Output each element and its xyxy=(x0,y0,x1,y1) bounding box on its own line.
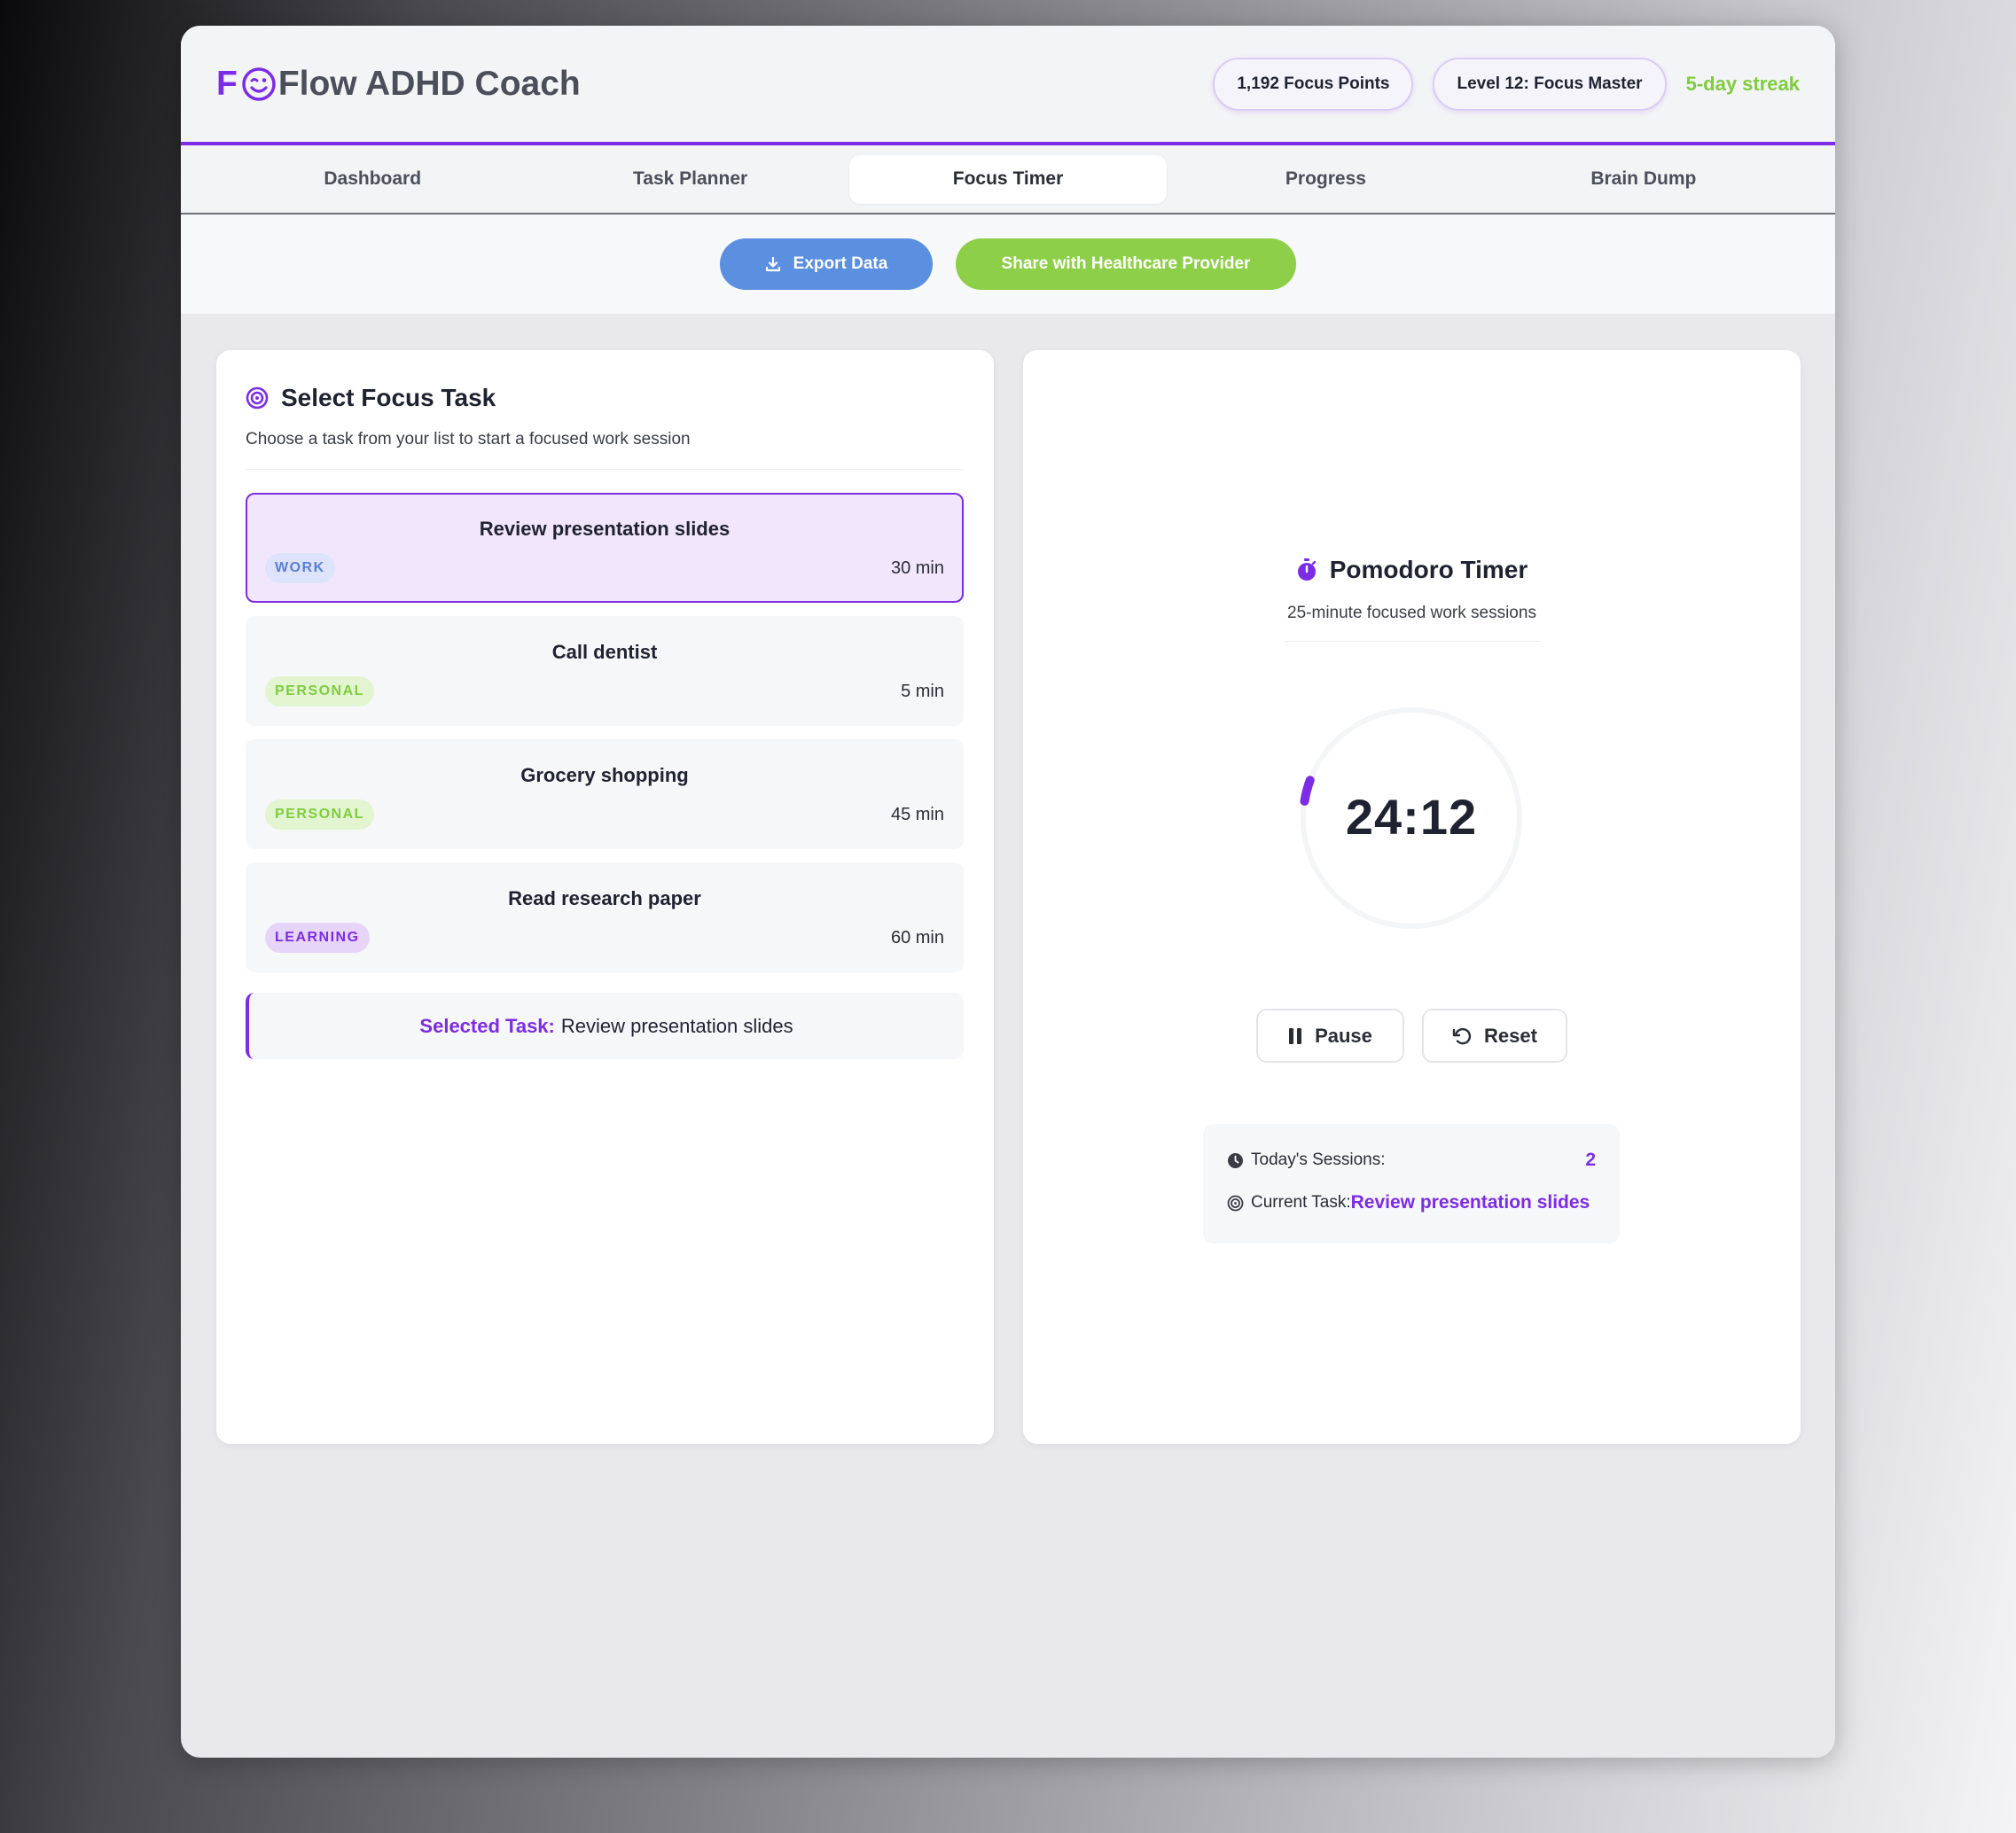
pause-icon xyxy=(1289,1027,1302,1044)
focus-points-badge: 1,192 Focus Points xyxy=(1213,57,1414,111)
focus-task-subtitle: Choose a task from your list to start a … xyxy=(246,430,964,470)
selected-task-value: Review presentation slides xyxy=(560,1014,793,1037)
timer-ring: 24:12 xyxy=(1300,706,1523,930)
selected-task-label: Selected Task: xyxy=(419,1014,555,1037)
task-category-tag: PERSONAL xyxy=(265,800,374,830)
task-name: Call dentist xyxy=(551,641,658,663)
download-icon xyxy=(765,256,780,272)
reset-icon xyxy=(1452,1027,1472,1044)
pomodoro-subtitle: 25-minute focused work sessions xyxy=(1283,604,1541,642)
current-task-label: Current Task: xyxy=(1251,1193,1351,1212)
task-name: Grocery shopping xyxy=(520,764,689,786)
sessions-value: 2 xyxy=(1585,1150,1596,1170)
selected-task-bar: Selected Task: Review presentation slide… xyxy=(246,993,964,1059)
task-name: Review presentation slides xyxy=(479,518,731,540)
task-item[interactable]: Call dentist PERSONAL 5 min xyxy=(246,616,964,726)
app-title: Flow ADHD Coach xyxy=(277,64,581,103)
main-content: Select Focus Task Choose a task from you… xyxy=(181,314,1835,1756)
task-duration: 5 min xyxy=(901,682,944,701)
task-duration: 30 min xyxy=(890,558,944,578)
tab-dashboard[interactable]: Dashboard xyxy=(214,155,531,204)
share-healthcare-label: Share with Healthcare Provider xyxy=(1001,254,1251,273)
export-data-label: Export Data xyxy=(793,254,888,273)
tab-brain-dump[interactable]: Brain Dump xyxy=(1485,155,1802,204)
app-window: F Flow ADHD Coach 1,192 Focus Points Lev… xyxy=(181,26,1835,1758)
reset-button[interactable]: Reset xyxy=(1422,1009,1567,1063)
task-category-tag: PERSONAL xyxy=(265,676,374,706)
pomodoro-title: Pomodoro Timer xyxy=(1329,556,1528,583)
focus-task-panel: Select Focus Task Choose a task from you… xyxy=(216,350,994,1444)
stopwatch-icon xyxy=(1297,558,1316,581)
export-data-button[interactable]: Export Data xyxy=(720,238,933,290)
task-duration: 60 min xyxy=(890,928,944,948)
pomodoro-heading: Pomodoro Timer xyxy=(1296,556,1528,584)
tab-task-planner[interactable]: Task Planner xyxy=(531,155,848,204)
pause-label: Pause xyxy=(1315,1024,1372,1047)
sessions-stat: Today's Sessions: 2 xyxy=(1227,1147,1596,1174)
reset-label: Reset xyxy=(1484,1024,1537,1047)
task-item[interactable]: Read research paper LEARNING 60 min xyxy=(246,862,964,972)
main-nav: Dashboard Task Planner Focus Timer Progr… xyxy=(181,145,1835,214)
timer-display: 24:12 xyxy=(1345,789,1478,845)
sessions-label: Today's Sessions: xyxy=(1251,1150,1386,1169)
level-badge: Level 12: Focus Master xyxy=(1433,57,1667,111)
task-category-tag: LEARNING xyxy=(265,923,370,953)
pomodoro-panel: Pomodoro Timer 25-minute focused work se… xyxy=(1023,350,1801,1444)
task-duration: 45 min xyxy=(890,805,944,824)
logo: F Flow ADHD Coach xyxy=(216,65,581,104)
tab-progress[interactable]: Progress xyxy=(1167,155,1484,204)
task-list: Review presentation slides WORK 30 min C… xyxy=(246,493,964,986)
current-task-stat: Current Task: Review presentation slides xyxy=(1227,1190,1596,1216)
tab-focus-timer[interactable]: Focus Timer xyxy=(848,154,1168,204)
session-stats: Today's Sessions: 2 Current Task: Review… xyxy=(1203,1124,1620,1244)
action-bar: Export Data Share with Healthcare Provid… xyxy=(181,214,1835,314)
focus-task-heading: Select Focus Task xyxy=(246,384,964,412)
smiley-icon xyxy=(242,66,276,101)
clock-icon xyxy=(1228,1152,1243,1168)
logo-letter: F xyxy=(216,64,238,103)
task-item[interactable]: Review presentation slides WORK 30 min xyxy=(246,493,964,603)
current-task-value: Review presentation slides xyxy=(1350,1192,1590,1213)
focus-task-title: Select Focus Task xyxy=(281,384,496,411)
target-icon xyxy=(1227,1195,1244,1211)
pause-button[interactable]: Pause xyxy=(1256,1009,1404,1063)
share-healthcare-button[interactable]: Share with Healthcare Provider xyxy=(956,238,1296,290)
task-name: Read research paper xyxy=(508,887,701,909)
streak-label: 5-day streak xyxy=(1685,72,1800,95)
target-icon xyxy=(246,386,269,410)
app-header: F Flow ADHD Coach 1,192 Focus Points Lev… xyxy=(181,26,1835,145)
task-category-tag: WORK xyxy=(265,553,335,583)
task-item[interactable]: Grocery shopping PERSONAL 45 min xyxy=(246,739,964,849)
